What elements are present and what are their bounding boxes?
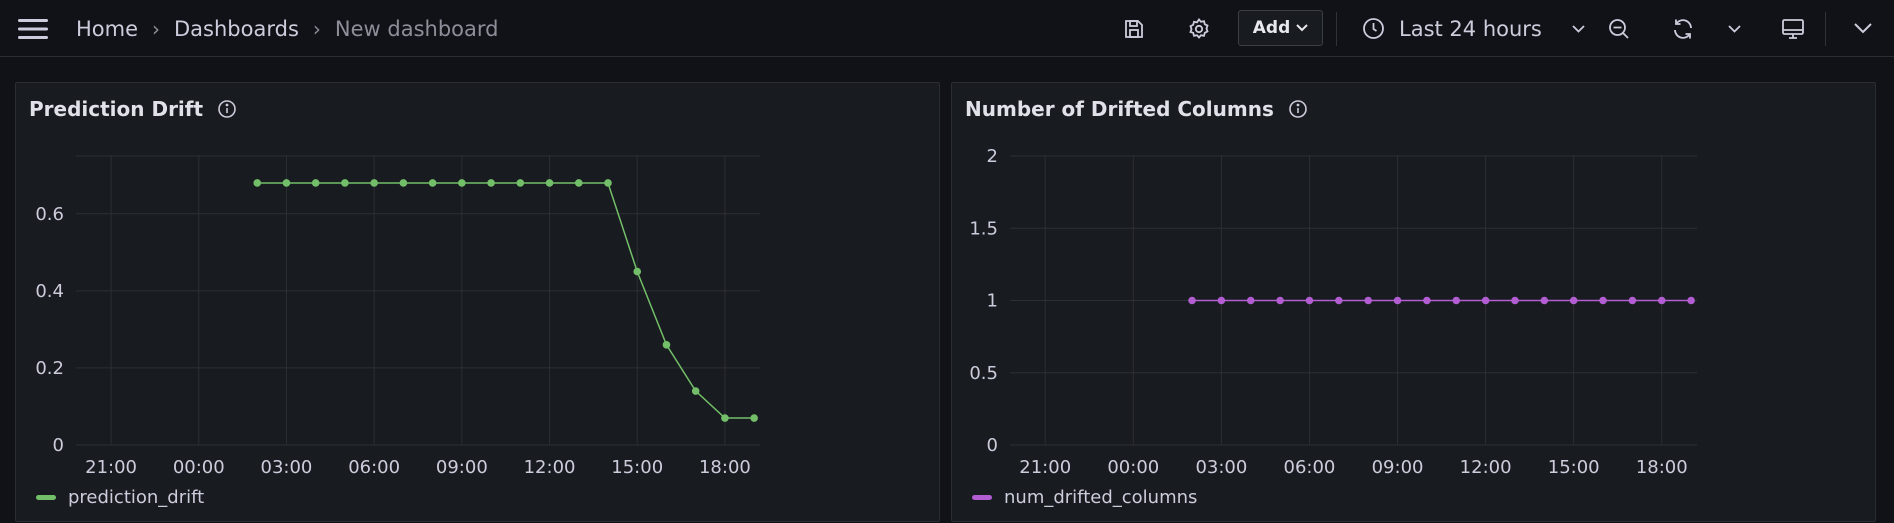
x-tick-label: 03:00 [1195,457,1247,478]
series-line-prediction_drift [257,182,755,419]
data-point[interactable] [1569,296,1578,305]
data-point[interactable] [1599,296,1607,305]
data-point[interactable] [1393,296,1402,305]
data-point[interactable] [1364,296,1372,305]
x-tick-label: 21:00 [85,457,137,478]
x-tick-label: 00:00 [173,457,225,478]
y-tick-label: 0.2 [35,358,64,379]
legend-item[interactable]: num_drifted_columns [972,487,1197,508]
legend-item[interactable]: prediction_drift [36,487,204,508]
breadcrumb: Home › Dashboards › New dashboard [76,0,498,57]
breadcrumb-separator: › [312,16,321,41]
panel-number-of-drifted-columns[interactable]: Number of Drifted Columns 0 0.5 1 1.5 2 21:00… [951,82,1876,522]
data-point[interactable] [545,179,554,187]
data-point[interactable] [604,179,612,187]
data-point[interactable] [428,179,437,187]
data-point[interactable] [311,179,320,187]
x-tick-label: 15:00 [611,457,663,478]
refresh-interval-chevron-down-icon[interactable] [1714,0,1754,57]
y-tick-label: 1 [987,291,998,312]
chevron-down-icon [1572,24,1585,33]
legend-label: prediction_drift [68,487,205,508]
x-tick-label: 12:00 [1460,457,1512,478]
data-point[interactable] [341,179,349,187]
data-point[interactable] [1276,296,1284,305]
data-point[interactable] [516,179,525,187]
data-point[interactable] [574,179,583,187]
x-tick-label: 09:00 [1372,457,1424,478]
panel-prediction-drift[interactable]: Prediction Drift 0 0.2 0.4 0.6 21:00 00:00 03:… [15,82,940,522]
data-point[interactable] [691,387,700,395]
data-point[interactable] [1305,296,1314,305]
breadcrumb-current: New dashboard [334,16,499,41]
y-tick-label: 0 [53,435,64,456]
save-icon[interactable] [1114,0,1154,57]
y-tick-label: 0.5 [969,363,998,384]
data-point[interactable] [1246,296,1255,305]
data-point[interactable] [1657,296,1666,305]
data-point[interactable] [282,179,291,187]
data-point[interactable] [633,267,642,276]
data-point[interactable] [370,179,378,187]
x-tick-label: 18:00 [1636,457,1688,478]
add-button[interactable]: Add [1238,10,1323,46]
data-point[interactable] [487,179,495,187]
breadcrumb-home[interactable]: Home [76,17,138,41]
refresh-icon[interactable] [1663,0,1703,57]
x-tick-label: 06:00 [1284,457,1336,478]
data-point[interactable] [1452,296,1461,305]
data-point[interactable] [1217,296,1226,305]
y-tick-label: 0.6 [35,204,64,225]
top-bar: Home › Dashboards › New dashboard Add La… [0,0,1894,57]
breadcrumb-dashboards[interactable]: Dashboards [174,17,299,41]
chevron-down-icon [1296,24,1308,32]
zoom-out-icon[interactable] [1599,0,1639,57]
data-point[interactable] [1481,296,1490,305]
toolbar-divider [1336,12,1337,46]
x-tick-label: 09:00 [436,457,488,478]
data-point[interactable] [662,341,671,349]
data-point[interactable] [253,179,262,187]
y-tick-label: 2 [987,146,998,167]
legend-swatch [36,495,56,500]
legend-label: num_drifted_columns [1004,487,1198,508]
x-tick-label: 12:00 [524,457,576,478]
data-point[interactable] [1335,296,1343,305]
prediction-drift-chart: 0 0.2 0.4 0.6 21:00 00:00 03:00 06:00 09:00 12:00… [35,155,760,478]
data-point[interactable] [1628,296,1637,305]
data-point[interactable] [750,414,758,422]
data-point[interactable] [1511,296,1519,305]
drifted-columns-chart: 0 0.5 1 1.5 2 21:00 00:00 03:00 06:00 09:00 12:00 1… [969,146,1697,478]
add-button-label: Add [1252,18,1291,38]
data-point[interactable] [1687,296,1695,305]
y-tick-label: 0 [987,435,998,456]
x-tick-label: 03:00 [261,457,313,478]
x-tick-label: 21:00 [1019,457,1071,478]
x-tick-label: 06:00 [348,457,400,478]
time-range-picker[interactable]: Last 24 hours [1362,0,1585,57]
tv-mode-icon[interactable] [1773,0,1813,57]
hamburger-menu-icon[interactable] [18,0,50,57]
y-tick-label: 1.5 [969,218,998,239]
data-point[interactable] [1188,296,1196,305]
collapse-chevron-down-icon[interactable] [1843,0,1883,57]
breadcrumb-separator: › [152,16,161,41]
x-tick-label: 00:00 [1107,457,1159,478]
toolbar-divider [1825,12,1826,46]
data-point[interactable] [1540,296,1549,305]
data-point[interactable] [721,414,729,422]
time-range-label: Last 24 hours [1399,16,1542,41]
x-tick-label: 15:00 [1548,457,1600,478]
data-point[interactable] [399,179,408,187]
x-tick-label: 18:00 [699,457,751,478]
gear-icon[interactable] [1179,0,1219,57]
y-tick-label: 0.4 [35,281,64,302]
data-point[interactable] [1423,296,1431,305]
clock-icon [1363,18,1384,39]
data-point[interactable] [458,179,466,187]
legend-swatch [972,495,992,500]
